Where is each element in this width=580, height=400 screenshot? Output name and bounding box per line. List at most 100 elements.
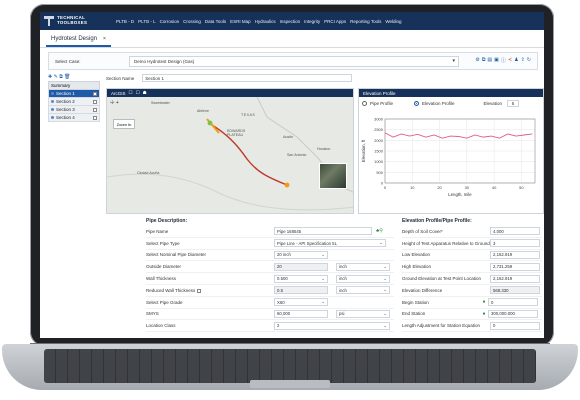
- nav-item[interactable]: Welding: [385, 19, 401, 24]
- high-elevation-input[interactable]: 2,731.259: [490, 262, 540, 271]
- section-name-input[interactable]: Section 1: [142, 74, 353, 82]
- pipe-grade-select[interactable]: X60 ⌄: [274, 298, 328, 307]
- smys-input[interactable]: 60,000: [274, 309, 328, 318]
- low-elevation-input[interactable]: 2,162.919: [490, 250, 540, 259]
- case-value: Demo Hydrotest Design (Gas): [134, 59, 195, 64]
- tree-item-label: Section 4: [56, 115, 75, 120]
- map-label: TEXAS: [241, 113, 256, 117]
- chevron-down-icon: ⌄: [383, 287, 387, 293]
- nav-item[interactable]: Corrosion: [160, 19, 180, 24]
- basemap-icon[interactable]: ☐: [136, 90, 140, 96]
- elevation-difference-input[interactable]: 568.330: [490, 286, 540, 295]
- nav-item[interactable]: Inspection: [280, 19, 301, 24]
- section-checkbox[interactable]: [93, 107, 97, 112]
- pipe-library-icon[interactable]: ♣⚲: [376, 228, 383, 234]
- x-tick-label: 20: [437, 185, 442, 190]
- smys-unit[interactable]: psi ⌄: [336, 309, 390, 318]
- zoom-in-icon[interactable]: +: [116, 100, 119, 106]
- nav-item[interactable]: Crossing: [183, 19, 201, 24]
- close-icon[interactable]: ×: [103, 36, 106, 42]
- reduced-wall-unit[interactable]: inch ⌄: [336, 286, 390, 295]
- laptop-touchpad: [250, 380, 330, 388]
- begin-station-input[interactable]: 0: [488, 298, 538, 307]
- tab-hydrotest-design[interactable]: Hydrotest Design ×: [46, 32, 111, 47]
- field-label: End Station: [402, 311, 426, 317]
- tree-item-section-2[interactable]: Section 2: [48, 98, 100, 106]
- share-icon[interactable]: ≺: [508, 57, 512, 64]
- nav-item[interactable]: PRCI Apps: [324, 19, 346, 24]
- nav-item[interactable]: Data Tools: [205, 19, 226, 24]
- satellite-thumbnail[interactable]: [319, 163, 347, 189]
- save-icon[interactable]: ▣: [494, 57, 499, 64]
- section-checkbox[interactable]: [93, 115, 97, 120]
- pipe-type-select[interactable]: Pipe Line - API Specification 5L ⌄: [274, 239, 386, 248]
- user-icon[interactable]: ♟: [514, 57, 518, 64]
- soil-cover-input[interactable]: 4.000: [490, 227, 540, 236]
- copy-icon[interactable]: ⧉: [482, 57, 486, 64]
- section-checkbox[interactable]: [93, 91, 97, 96]
- pin-icon[interactable]: ☗: [143, 90, 147, 96]
- reduced-wall-input[interactable]: 0.5: [274, 286, 328, 295]
- tree-header[interactable]: Summary: [48, 81, 100, 90]
- nav-item[interactable]: PLTB - D: [116, 19, 134, 24]
- pipe-profile-radio[interactable]: [362, 101, 367, 106]
- reduced-wall-checkbox[interactable]: [196, 288, 201, 293]
- map-label: Houston: [317, 147, 331, 151]
- form-row-elevation-difference: Elevation Difference 568.330: [402, 285, 542, 297]
- x-axis-label: Length, mile: [448, 192, 472, 197]
- x-tick-label: 30: [465, 185, 470, 190]
- wall-thickness-unit[interactable]: inch ⌄: [336, 274, 390, 283]
- layers-icon[interactable]: ☐: [129, 90, 133, 96]
- pan-icon[interactable]: ☩: [110, 100, 114, 106]
- refresh-icon[interactable]: ↻: [527, 57, 531, 64]
- x-tick-label: 10: [410, 185, 415, 190]
- map-canvas[interactable]: ☩ + Zoom In Sweetwater Abilene TEXAS EDW…: [107, 96, 353, 213]
- upload-icon[interactable]: ⇪: [521, 57, 525, 64]
- elevation-input[interactable]: 5: [507, 100, 520, 107]
- start-marker[interactable]: [207, 120, 213, 126]
- zoom-in-button[interactable]: Zoom In: [113, 119, 135, 129]
- pipe-name-input[interactable]: Pipe 168545: [274, 227, 372, 236]
- length-adjustment-input[interactable]: 0: [490, 321, 540, 330]
- y-tick-label: 1500: [374, 149, 384, 154]
- nav-item[interactable]: Hydraulics: [255, 19, 276, 24]
- copy-icon[interactable]: ⧉: [59, 74, 63, 80]
- map-label: Austin: [283, 135, 293, 139]
- document-icon[interactable]: ▤: [487, 57, 492, 64]
- unit-value: inch: [339, 264, 347, 270]
- map-label: Sweetwater: [151, 101, 170, 105]
- nav-item[interactable]: Reporting Tools: [350, 19, 381, 24]
- ground-elevation-input[interactable]: 2,162.919: [490, 274, 540, 283]
- section-checkbox[interactable]: [93, 99, 97, 104]
- field-label: Outside Diameter: [146, 264, 182, 270]
- outside-diameter-unit[interactable]: inch ⌄: [336, 262, 390, 271]
- map-pin-icon[interactable]: ●: [480, 311, 488, 317]
- test-apparatus-height-input[interactable]: 3: [490, 239, 540, 248]
- form-row-reduced-wall-thickness: Reduced Wall Thickness 0.5 inch ⌄: [146, 285, 394, 297]
- form-row-pipe-grade: Select Pipe Grade X60 ⌄: [146, 297, 394, 309]
- end-station-input[interactable]: 300,000.000: [488, 309, 538, 318]
- wall-thickness-select[interactable]: 0.500 ⌄: [274, 274, 328, 283]
- info-icon[interactable]: ⓘ: [501, 57, 506, 64]
- nav-item[interactable]: PLTB - L: [138, 19, 155, 24]
- tree-item-section-1[interactable]: Section 1: [48, 90, 100, 98]
- location-class-select[interactable]: 2 ⌄: [274, 321, 390, 330]
- settings-icon[interactable]: ⚙: [475, 57, 479, 64]
- map-pin-icon[interactable]: ●: [480, 299, 488, 305]
- terrain-line: [107, 173, 353, 211]
- elevation-profile-radio[interactable]: [414, 101, 420, 106]
- delete-icon[interactable]: 🗑: [64, 74, 70, 80]
- add-icon[interactable]: ✚: [48, 74, 52, 80]
- nominal-diameter-select[interactable]: 20 inch ⌄: [274, 250, 328, 259]
- end-marker[interactable]: [284, 182, 290, 188]
- outside-diameter-input[interactable]: 20: [274, 262, 328, 271]
- nav-item[interactable]: Integrity: [304, 19, 320, 24]
- tree-item-label: Section 2: [56, 99, 75, 104]
- tree-item-section-3[interactable]: Section 3: [48, 106, 100, 114]
- edit-icon[interactable]: ✎: [54, 74, 58, 80]
- nav-item[interactable]: ESRI Map: [230, 19, 251, 24]
- logo-icon: [44, 16, 54, 26]
- brand-logo[interactable]: TECHNICAL TOOLBOXES: [44, 16, 108, 26]
- case-select[interactable]: Demo Hydrotest Design (Gas) ▾: [129, 56, 459, 67]
- tree-item-section-4[interactable]: Section 4: [48, 114, 100, 122]
